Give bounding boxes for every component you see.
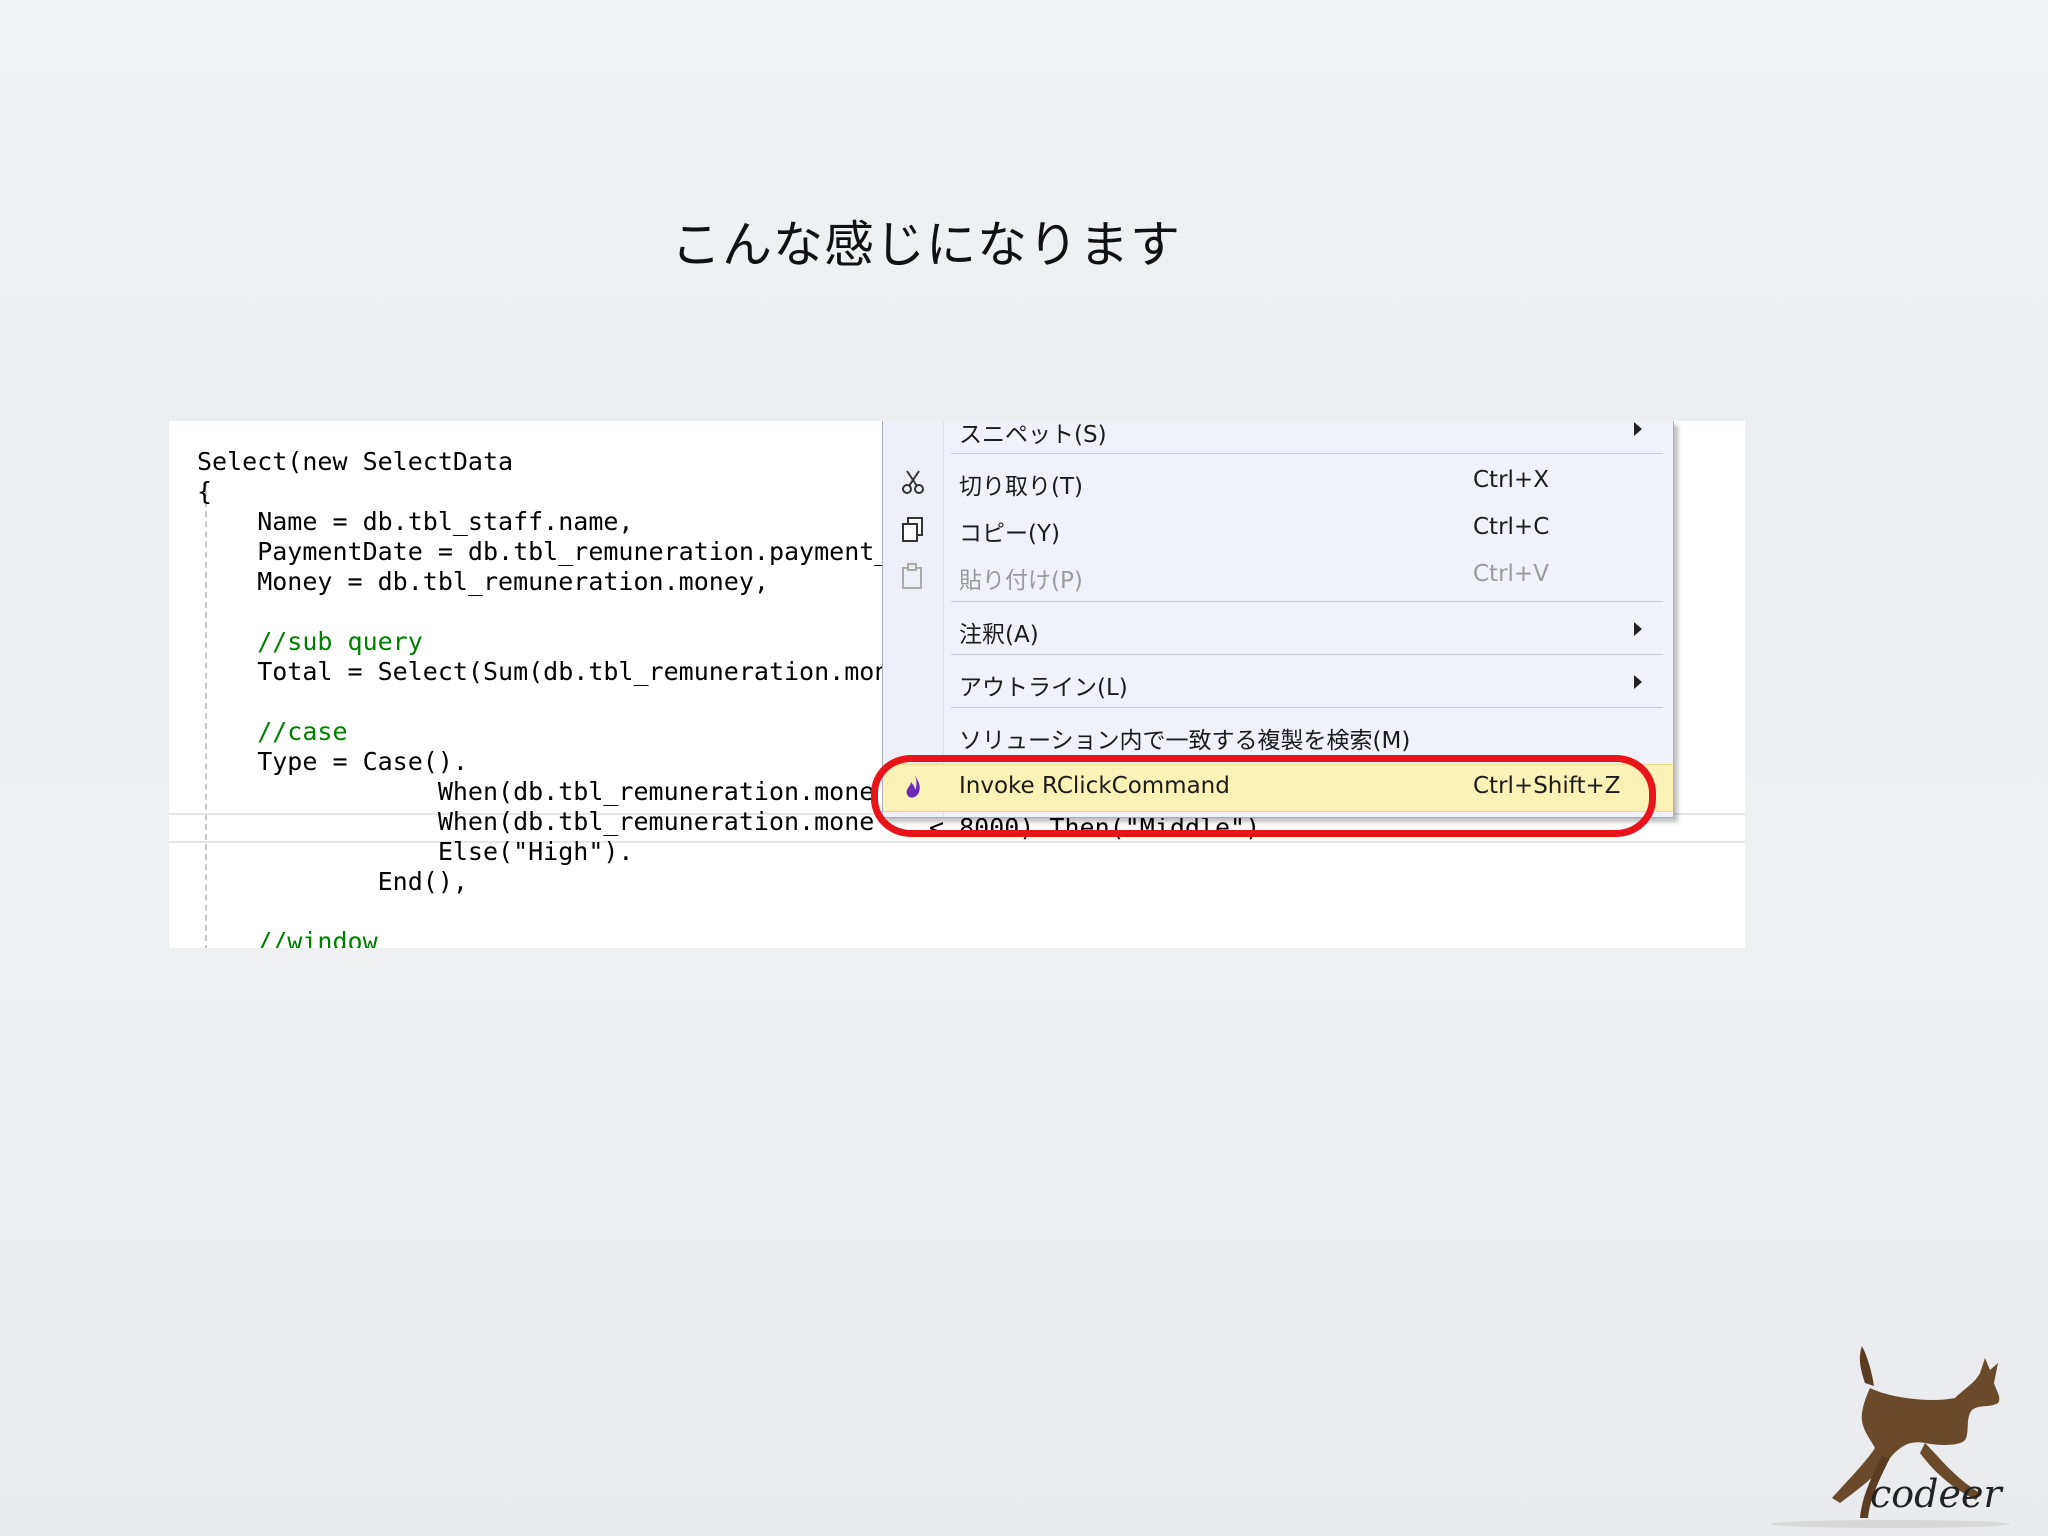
- paste-icon: [902, 563, 922, 589]
- code-line-4: PaymentDate = db.tbl_remuneration.paymen…: [197, 537, 890, 566]
- editor-screenshot: Select(new SelectData { Name = db.tbl_st…: [169, 421, 1745, 948]
- menu-item-annotation-label: 注釈(A): [959, 622, 1039, 648]
- menu-item-cut[interactable]: 切り取り(T) Ctrl+X: [883, 459, 1673, 503]
- code-line-1-text: Select(new SelectData: [197, 447, 514, 476]
- scissors-icon: [902, 470, 924, 494]
- code-line-5: Money = db.tbl_remuneration.money,: [197, 567, 769, 596]
- code-line-10: //case: [197, 717, 348, 746]
- menu-separator: [951, 654, 1663, 655]
- menu-item-cut-shortcut: Ctrl+X: [1473, 467, 1549, 493]
- menu-item-copy-label: コピー(Y): [959, 521, 1060, 547]
- logo-text: codeer: [1870, 1472, 2002, 1516]
- menu-item-snippet-label: スニペット(S): [959, 422, 1107, 448]
- code-line-15: End(),: [197, 867, 468, 896]
- code-line-1: Select(new SelectData: [197, 447, 513, 476]
- menu-separator: [951, 453, 1663, 454]
- menu-item-outline-label: アウトライン(L): [959, 675, 1128, 701]
- submenu-arrow-icon: [1634, 622, 1642, 636]
- copy-icon: [902, 517, 923, 542]
- menu-item-cut-label: 切り取り(T): [959, 474, 1083, 500]
- menu-separator: [951, 707, 1663, 708]
- menu-item-paste[interactable]: 貼り付け(P) Ctrl+V: [883, 553, 1673, 597]
- menu-item-paste-shortcut: Ctrl+V: [1473, 561, 1549, 587]
- code-line-8: Total = Select(Sum(db.tbl_remuneration.m…: [197, 657, 890, 686]
- code-line-2: {: [197, 477, 213, 506]
- code-line-17: //window: [197, 927, 378, 948]
- submenu-arrow-icon: [1634, 422, 1642, 436]
- menu-item-annotation[interactable]: 注釈(A): [883, 607, 1673, 651]
- menu-item-copy-shortcut: Ctrl+C: [1473, 514, 1550, 540]
- menu-item-copy[interactable]: コピー(Y) Ctrl+C: [883, 506, 1673, 550]
- code-line-7: //sub query: [197, 627, 423, 656]
- menu-item-find-duplicates-label: ソリューション内で一致する複製を検索(M): [959, 728, 1411, 754]
- code-line-11: Type = Case().: [197, 747, 468, 776]
- code-line-3: Name = db.tbl_staff.name,: [197, 507, 634, 536]
- menu-item-find-duplicates[interactable]: ソリューション内で一致する複製を検索(M): [883, 713, 1673, 757]
- menu-separator: [951, 601, 1663, 602]
- menu-item-outline[interactable]: アウトライン(L): [883, 660, 1673, 704]
- code-editor[interactable]: Select(new SelectData { Name = db.tbl_st…: [197, 447, 889, 948]
- code-line-13: When(db.tbl_remuneration.mone: [197, 807, 875, 836]
- slide-title: こんな感じになります: [671, 216, 1181, 274]
- menu-item-paste-label: 貼り付け(P): [959, 568, 1083, 594]
- annotation-red-oval: [871, 755, 1656, 837]
- code-line-12: When(db.tbl_remuneration.mone: [197, 777, 875, 806]
- submenu-arrow-icon: [1634, 675, 1642, 689]
- menu-item-snippet[interactable]: スニペット(S): [883, 421, 1673, 451]
- code-line-14: Else("High").: [197, 837, 634, 866]
